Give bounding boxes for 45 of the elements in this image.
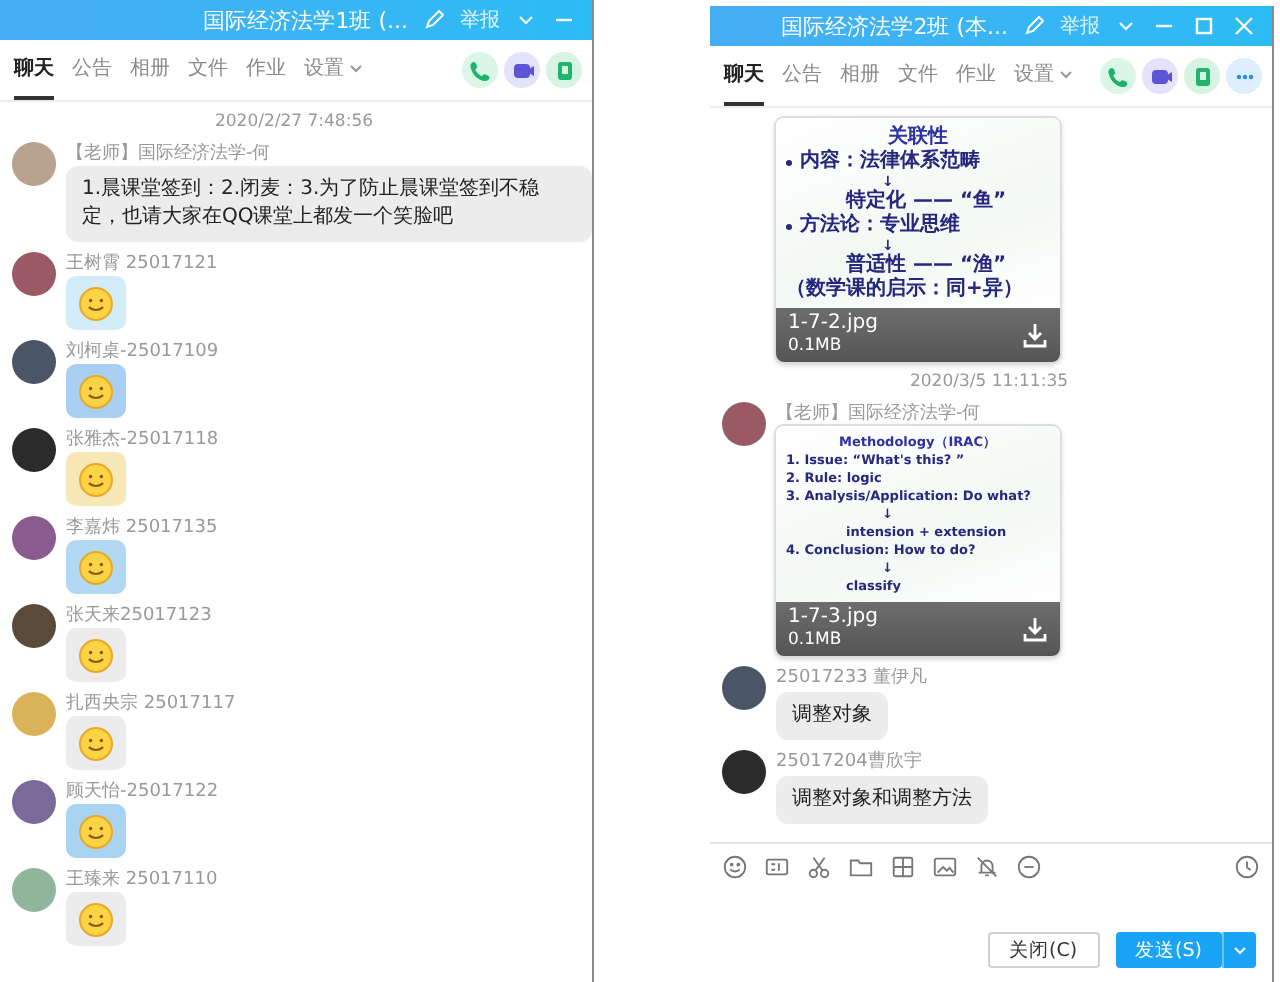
message-bubble: 调整对象和调整方法 bbox=[776, 776, 988, 824]
tab[interactable]: 聊天 bbox=[14, 40, 54, 100]
sender-name: 25017233 董伊凡 bbox=[776, 666, 930, 690]
sender-name: 【老师】国际经济法学-何 bbox=[66, 142, 273, 166]
slide-text: 普适性 —— “渔” bbox=[846, 254, 1007, 276]
tab[interactable]: 文件 bbox=[898, 46, 938, 106]
close-button[interactable]: 关闭(C) bbox=[987, 932, 1100, 968]
slide-text: （数学课的启示：同+异） bbox=[786, 278, 1023, 300]
report-link[interactable]: 举报 bbox=[460, 6, 500, 34]
window-title: 国际经济法学2班 (本... bbox=[781, 11, 1008, 41]
sender-name: 王臻来 25017110 bbox=[66, 868, 220, 892]
message-bubble: 1.晨课堂签到：2.闭麦：3.为了防止晨课堂签到不稳定，也请大家在QQ课堂上都发一个笑脸吧 bbox=[66, 166, 592, 242]
timestamp: 2020/2/27 7:48:56 bbox=[214, 112, 374, 132]
sender-name: 25017204曹欣宇 bbox=[776, 750, 924, 774]
tab[interactable]: 作业 bbox=[956, 46, 996, 106]
window-title: 国际经济法学1班 (... bbox=[203, 5, 408, 35]
tab[interactable]: 聊天 bbox=[724, 46, 764, 106]
file-size: 0.1MB bbox=[788, 336, 844, 356]
sender-name: 李嘉炜 25017135 bbox=[66, 516, 220, 540]
tab[interactable]: 设置 bbox=[1014, 46, 1074, 106]
sender-name: 王树霄 25017121 bbox=[66, 252, 220, 276]
slide-title: 关联性 bbox=[888, 126, 948, 148]
tab[interactable]: 作业 bbox=[246, 40, 286, 100]
sender-name: 张天来25017123 bbox=[66, 604, 214, 628]
report-link[interactable]: 举报 bbox=[1060, 12, 1100, 40]
slide-text: 内容：法律体系范畴 bbox=[800, 150, 980, 174]
tab[interactable]: 设置 bbox=[304, 40, 364, 100]
timestamp: 2020/3/5 11:11:35 bbox=[909, 372, 1069, 392]
tab[interactable]: 文件 bbox=[188, 40, 228, 100]
sender-name: 【老师】国际经济法学-何 bbox=[776, 402, 983, 426]
file-size: 0.1MB bbox=[788, 630, 844, 650]
message-bubble: 调整对象 bbox=[776, 692, 888, 740]
send-button[interactable]: 发送(S) bbox=[1115, 932, 1222, 968]
tab[interactable]: 公告 bbox=[782, 46, 822, 106]
tab[interactable]: 公告 bbox=[72, 40, 112, 100]
slide-text: 特定化 —— “鱼” bbox=[846, 190, 1007, 212]
file-name: 1-7-3.jpg bbox=[788, 606, 878, 630]
sender-name: 扎西央宗 25017117 bbox=[66, 692, 238, 716]
sender-name: 张雅杰-25017118 bbox=[66, 428, 221, 452]
tab[interactable]: 相册 bbox=[130, 40, 170, 100]
sender-name: 顾天怡-25017122 bbox=[66, 780, 221, 804]
file-name: 1-7-2.jpg bbox=[788, 312, 878, 336]
tab[interactable]: 相册 bbox=[840, 46, 880, 106]
slide-text: 方法论：专业思维 bbox=[800, 214, 960, 238]
sender-name: 刘柯桌-25017109 bbox=[66, 340, 221, 364]
